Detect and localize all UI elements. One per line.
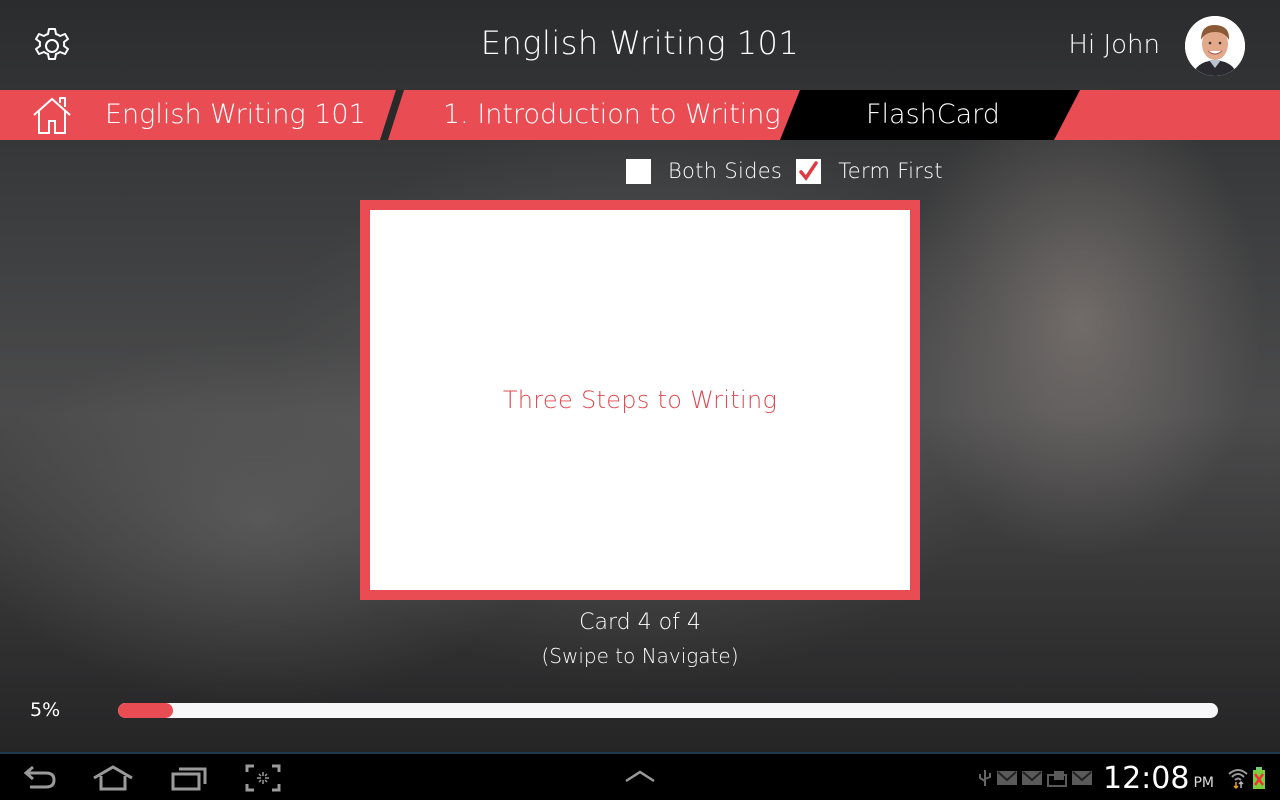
avatar[interactable]: [1185, 16, 1245, 76]
gmail-icon: [1072, 771, 1092, 785]
recent-apps-icon[interactable]: [170, 764, 208, 792]
battery-icon: [1253, 767, 1265, 789]
back-icon[interactable]: [22, 764, 58, 792]
home-nav-icon[interactable]: [92, 764, 134, 792]
avatar-photo: [1185, 16, 1245, 76]
status-area: 12:08 PM: [974, 760, 1266, 796]
both-sides-label[interactable]: Both Sides: [668, 159, 782, 183]
top-bar: English Writing 101 Hi John: [0, 0, 1280, 90]
home-icon[interactable]: [30, 93, 74, 137]
system-nav-bar: 12:08 PM: [0, 752, 1280, 800]
usb-icon: [979, 770, 991, 786]
media-icon: [1047, 771, 1067, 787]
progress-percent: 5%: [30, 699, 61, 721]
checkmark-icon: [799, 160, 818, 181]
term-first-label[interactable]: Term First: [838, 159, 943, 183]
swipe-hint: (Swipe to Navigate): [541, 644, 739, 668]
gmail-icon: [997, 771, 1017, 785]
progress-bar-fill: [118, 703, 173, 718]
both-sides-checkbox[interactable]: [626, 158, 651, 184]
user-greeting: Hi John: [1068, 30, 1160, 60]
breadcrumb-course[interactable]: English Writing 101: [105, 90, 366, 140]
flashcard-term: Three Steps to Writing: [502, 386, 778, 414]
flashcard-face: Three Steps to Writing: [370, 210, 910, 590]
flashcard[interactable]: Three Steps to Writing: [360, 200, 920, 600]
progress-bar: [118, 703, 1218, 718]
chevron-up-icon[interactable]: [624, 768, 656, 784]
clock-time: 12:08: [1103, 760, 1190, 796]
screenshot-icon[interactable]: [245, 764, 281, 792]
card-options: Both Sides Term First: [626, 156, 957, 186]
gmail-icon: [1022, 771, 1042, 785]
term-first-checkbox[interactable]: [796, 158, 822, 184]
breadcrumb-lesson[interactable]: 1. Introduction to Writing: [443, 90, 781, 140]
breadcrumb-flashcard[interactable]: FlashCard: [866, 90, 1000, 140]
clock-ampm: PM: [1193, 775, 1214, 791]
wifi-icon: [1228, 769, 1248, 790]
card-counter: Card 4 of 4: [579, 610, 701, 635]
